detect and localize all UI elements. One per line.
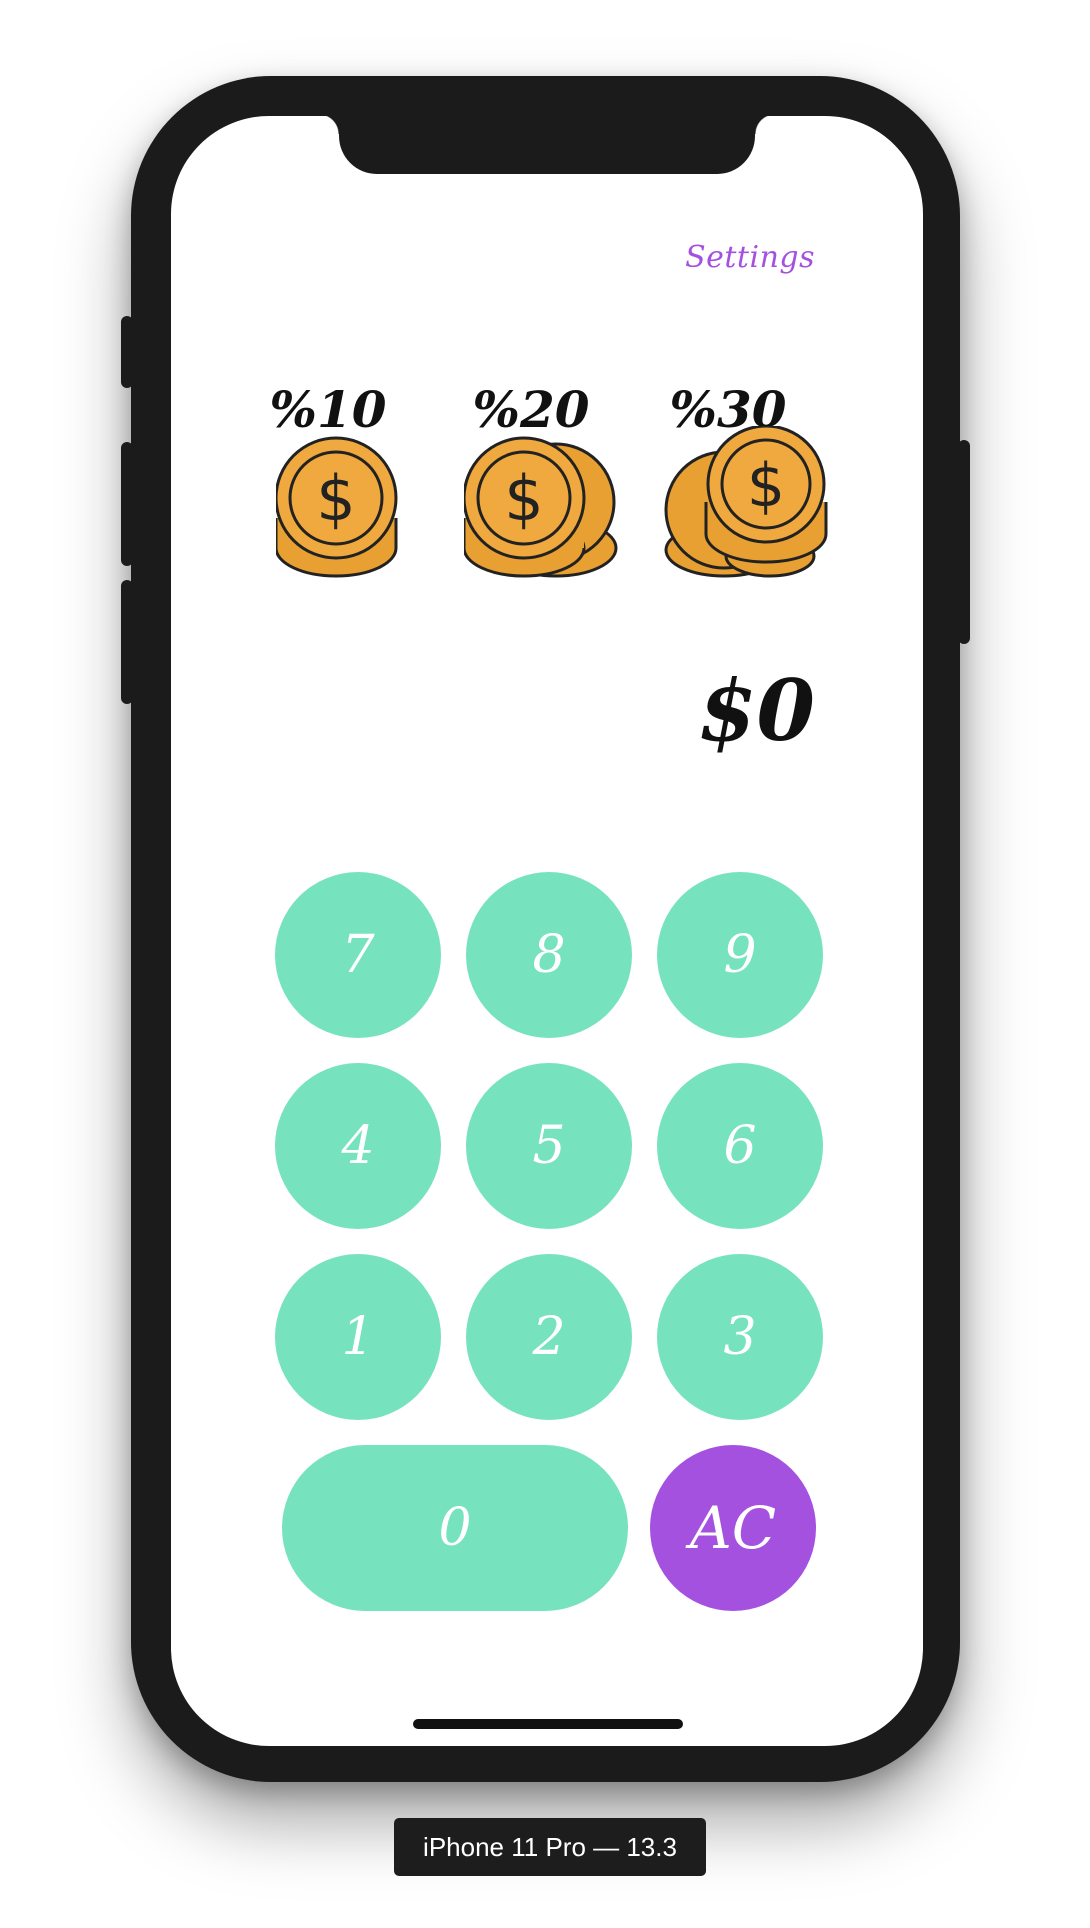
coin-icon: $ <box>274 436 398 578</box>
key-1[interactable]: 1 <box>275 1254 441 1420</box>
key-4[interactable]: 4 <box>275 1063 441 1229</box>
home-indicator[interactable] <box>413 1719 683 1729</box>
coin-pile-icon: $ <box>664 424 828 578</box>
power-button <box>958 440 970 644</box>
settings-button[interactable]: Settings <box>685 240 815 275</box>
notch <box>319 116 775 174</box>
key-2[interactable]: 2 <box>466 1254 632 1420</box>
tip-10-button[interactable]: $ <box>274 436 406 590</box>
key-5[interactable]: 5 <box>466 1063 632 1229</box>
svg-text:$: $ <box>316 462 355 535</box>
key-9[interactable]: 9 <box>657 872 823 1038</box>
key-3[interactable]: 3 <box>657 1254 823 1420</box>
volume-up-button <box>121 442 133 566</box>
key-6[interactable]: 6 <box>657 1063 823 1229</box>
coin-stack-icon: $ <box>462 436 618 578</box>
phone-screen: Settings %10 $ %20 $ %30 $ $0 7 8 9 4 5 … <box>171 116 923 1746</box>
mute-switch <box>121 316 133 388</box>
volume-down-button <box>121 580 133 704</box>
key-7[interactable]: 7 <box>275 872 441 1038</box>
key-8[interactable]: 8 <box>466 872 632 1038</box>
tip-20-button[interactable]: $ <box>462 436 624 590</box>
total-amount: $0 <box>698 661 815 760</box>
tip-10-label: %10 <box>269 380 387 439</box>
key-0[interactable]: 0 <box>282 1445 628 1611</box>
simulator-device-label: iPhone 11 Pro — 13.3 <box>394 1818 706 1876</box>
tip-30-button[interactable]: $ <box>660 424 830 600</box>
tip-20-label: %20 <box>472 380 590 439</box>
svg-text:$: $ <box>747 451 785 521</box>
svg-text:$: $ <box>504 462 543 535</box>
clear-button[interactable]: AC <box>650 1445 816 1611</box>
